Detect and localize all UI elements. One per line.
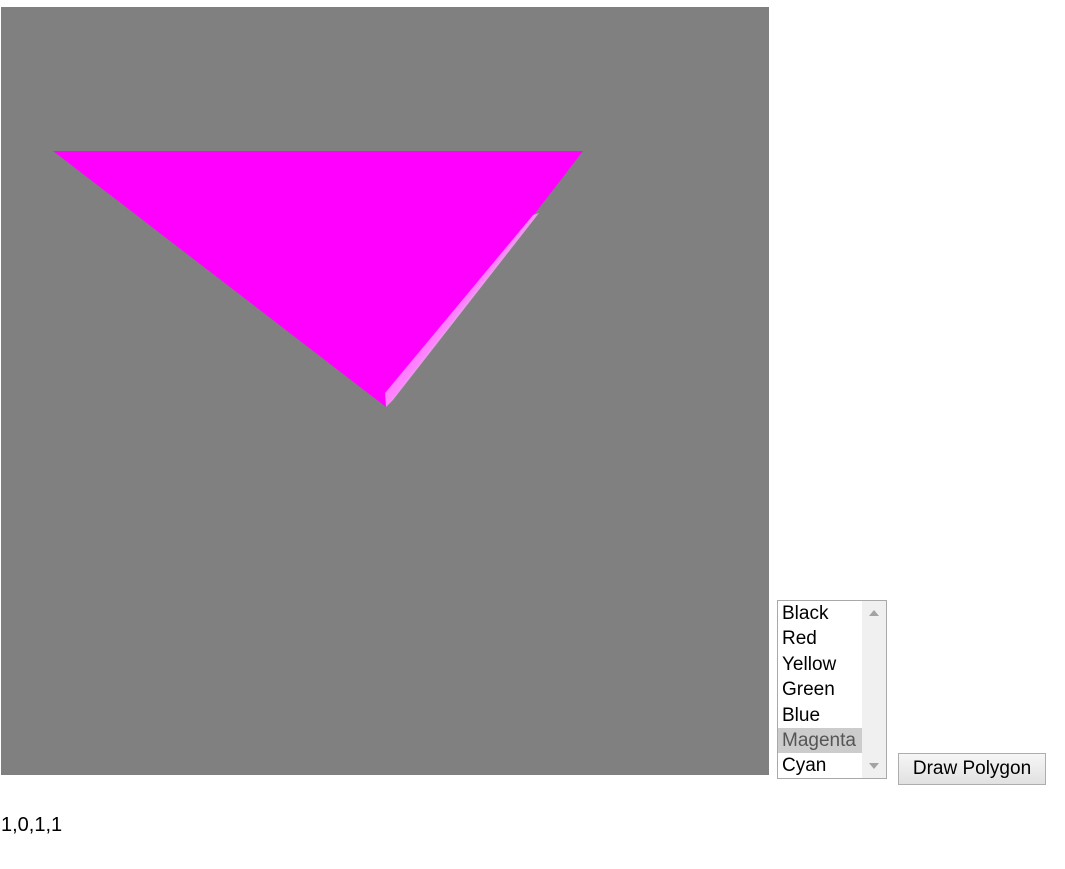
color-option-magenta[interactable]: Magenta	[778, 727, 863, 754]
triangle-up-icon[interactable]	[869, 610, 879, 616]
color-option-red[interactable]: Red	[778, 626, 863, 651]
listbox-scrollbar[interactable]	[862, 601, 886, 778]
color-option-blue[interactable]: Blue	[778, 703, 863, 728]
color-listbox[interactable]: Black Red Yellow Green Blue Magenta Cyan	[777, 600, 887, 779]
triangle-down-icon[interactable]	[869, 763, 879, 769]
draw-polygon-button[interactable]: Draw Polygon	[898, 753, 1046, 785]
webgl-canvas[interactable]	[1, 7, 769, 775]
webgl-canvas-container	[1, 7, 769, 775]
color-option-green[interactable]: Green	[778, 677, 863, 702]
color-option-yellow[interactable]: Yellow	[778, 652, 863, 677]
color-rgba-readout: 1,0,1,1	[1, 814, 63, 836]
color-options: Black Red Yellow Green Blue Magenta Cyan	[778, 601, 863, 778]
color-option-cyan[interactable]: Cyan	[778, 753, 863, 778]
color-option-black[interactable]: Black	[778, 601, 863, 626]
